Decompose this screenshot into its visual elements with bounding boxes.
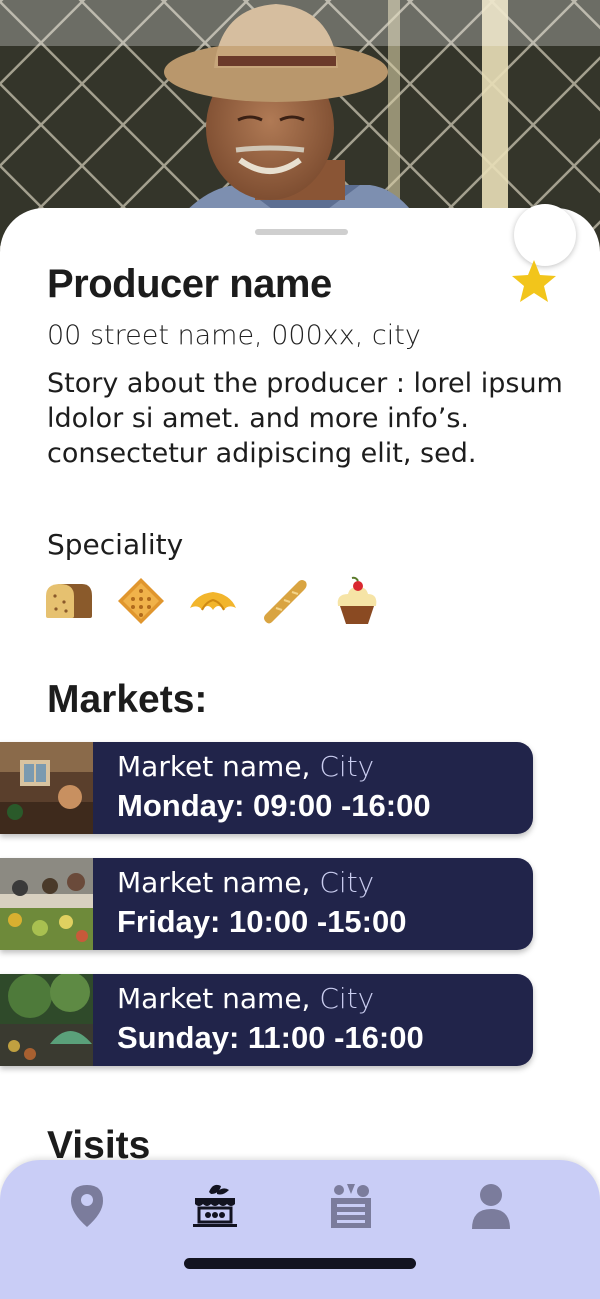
market-name-line: Market name, City: [117, 750, 374, 783]
producer-sheet[interactable]: Producer name 00 street name, 000xx, cit…: [0, 204, 600, 1299]
market-card[interactable]: Market name, City Sunday: 11:00 -16:00: [0, 974, 533, 1066]
cupcake-icon: [337, 576, 377, 624]
market-card[interactable]: Market name, City Monday: 09:00 -16:00: [0, 742, 533, 834]
nav-profile[interactable]: [461, 1180, 521, 1232]
market-thumbnail: [0, 858, 93, 950]
market-city: City: [319, 866, 375, 899]
biscuit-icon: [118, 578, 164, 624]
market-name: Market name,: [117, 866, 311, 899]
bottom-nav: [0, 1160, 600, 1299]
market-schedule: Friday: 10:00 -15:00: [117, 904, 407, 939]
market-name-line: Market name, City: [117, 982, 374, 1015]
market-thumbnail: [0, 974, 93, 1066]
market-stall-icon: [193, 1184, 237, 1227]
status-bar-overlay: [0, 0, 600, 46]
producer-name: Producer name: [47, 262, 332, 306]
user-icon: [472, 1184, 510, 1229]
home-indicator[interactable]: [184, 1258, 416, 1269]
nav-map[interactable]: [57, 1180, 117, 1232]
market-name: Market name,: [117, 982, 311, 1015]
sheet-grabber[interactable]: [255, 229, 348, 235]
market-name: Market name,: [117, 750, 311, 783]
speciality-icons: [44, 576, 382, 626]
market-thumbnail: [0, 742, 93, 834]
producer-story: Story about the producer : lorel ipsum l…: [47, 368, 563, 469]
producer-address: 00 street name, 000xx, city: [47, 320, 421, 351]
market-card[interactable]: Market name, City Friday: 10:00 -15:00: [0, 858, 533, 950]
speciality-label: Speciality: [47, 528, 184, 561]
market-city: City: [319, 982, 375, 1015]
markets-title: Markets:: [47, 678, 208, 721]
favorite-button[interactable]: [514, 204, 576, 266]
producer-detail-screen: Producer name 00 street name, 000xx, cit…: [0, 0, 600, 1299]
map-pin-icon: [71, 1185, 103, 1227]
croissant-icon: [190, 592, 236, 611]
market-city: City: [319, 750, 375, 783]
produce-crate-icon: [331, 1184, 371, 1228]
market-schedule: Monday: 09:00 -16:00: [117, 788, 431, 823]
bread-icon: [46, 584, 92, 618]
star-icon[interactable]: [510, 258, 558, 304]
baguette-icon: [264, 580, 307, 624]
nav-produce[interactable]: [321, 1180, 381, 1232]
market-name-line: Market name, City: [117, 866, 374, 899]
nav-markets[interactable]: [185, 1180, 245, 1232]
market-schedule: Sunday: 11:00 -16:00: [117, 1020, 424, 1055]
